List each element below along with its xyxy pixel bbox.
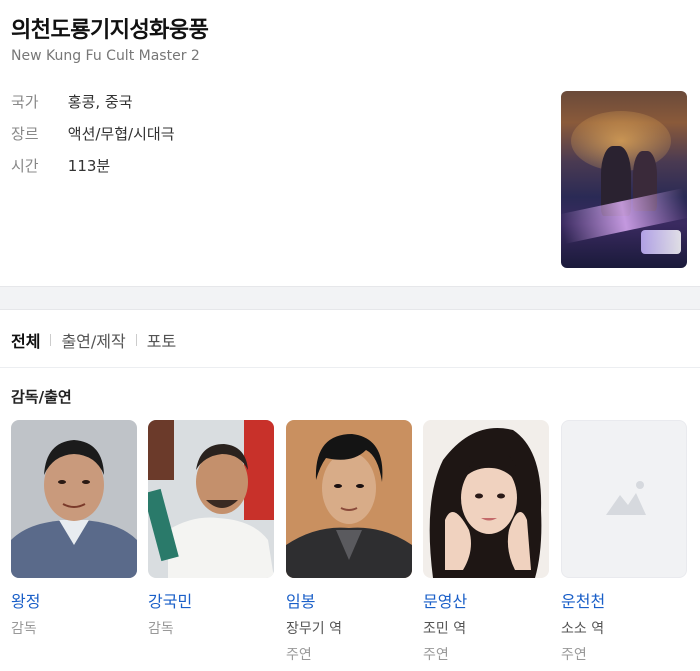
cast-card[interactable]: 왕정 감독: [11, 420, 137, 638]
info-key: 시간: [11, 157, 39, 175]
movie-title: 의천도룡기지성화웅풍: [11, 18, 209, 43]
cast-role: 조민 역: [423, 621, 467, 637]
cast-photo[interactable]: [148, 420, 274, 578]
tab-separator: [135, 334, 137, 346]
cast-name[interactable]: 강국민: [148, 588, 274, 612]
image-placeholder-icon: [606, 481, 646, 515]
cast-name[interactable]: 문영산: [423, 588, 549, 612]
info-row-genre: 장르 액션/무협/시대극: [11, 123, 175, 144]
movie-poster[interactable]: [561, 91, 687, 268]
tab-separator: [50, 334, 52, 346]
info-value: 113분: [67, 157, 111, 175]
cast-name[interactable]: 운천천: [561, 588, 687, 612]
cast-type: 주연: [286, 647, 312, 663]
cast-card[interactable]: 임봉 장무기 역 주연: [286, 420, 412, 664]
cast-card[interactable]: 문영산 조민 역 주연: [423, 420, 549, 664]
cast-role: 감독: [11, 621, 37, 637]
cast-photo[interactable]: [11, 420, 137, 578]
cast-type: 주연: [561, 647, 587, 663]
info-row-country: 국가 홍콩, 중국: [11, 91, 133, 112]
cast-name[interactable]: 왕정: [11, 588, 137, 612]
info-value: 액션/무협/시대극: [67, 125, 175, 143]
cast-name[interactable]: 임봉: [286, 588, 412, 612]
cast-photo[interactable]: [423, 420, 549, 578]
tab-photo[interactable]: 포토: [147, 328, 176, 352]
tab-cast-crew[interactable]: 출연/제작: [61, 328, 125, 352]
info-value: 홍콩, 중국: [67, 93, 133, 111]
cast-role: 소소 역: [561, 621, 605, 637]
cast-photo[interactable]: [286, 420, 412, 578]
info-key: 장르: [11, 125, 39, 143]
cast-role: 장무기 역: [286, 621, 342, 637]
cast-type: 주연: [423, 647, 449, 663]
cast-card[interactable]: 강국민 감독: [148, 420, 274, 638]
section-title: 감독/출연: [11, 388, 72, 406]
info-key: 국가: [11, 93, 39, 111]
section-divider: [0, 286, 700, 310]
tab-divider: [0, 367, 700, 368]
tab-bar: 전체 출연/제작 포토: [11, 328, 176, 352]
cast-photo-placeholder[interactable]: [561, 420, 687, 578]
movie-header: 의천도룡기지성화웅풍 New Kung Fu Cult Master 2 국가 …: [0, 0, 700, 286]
cast-role: 감독: [148, 621, 174, 637]
cast-card[interactable]: 운천천 소소 역 주연: [561, 420, 687, 664]
info-row-runtime: 시간 113분: [11, 155, 110, 176]
movie-subtitle: New Kung Fu Cult Master 2: [11, 48, 200, 64]
tab-all[interactable]: 전체: [11, 328, 40, 352]
